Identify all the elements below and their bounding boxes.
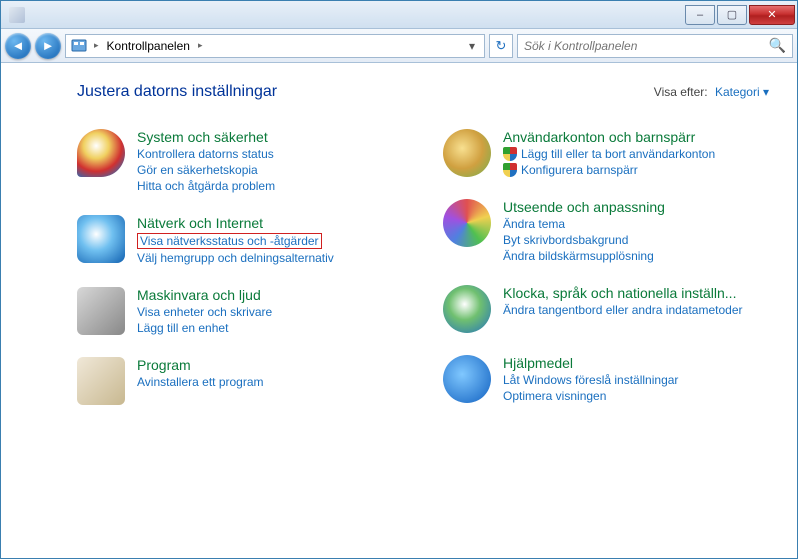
category-link[interactable]: Ändra bildskärmsupplösning bbox=[503, 249, 665, 263]
category-body: Maskinvara och ljud Visa enheter och skri… bbox=[137, 287, 272, 335]
category-title[interactable]: Klocka, språk och nationella inställn... bbox=[503, 285, 743, 301]
category-item: Hjälpmedel Låt Windows föreslå inställnin… bbox=[443, 355, 769, 403]
category-title[interactable]: Användarkonton och barnspärr bbox=[503, 129, 715, 145]
refresh-icon: ↻ bbox=[496, 38, 507, 54]
category-link-text: Optimera visningen bbox=[503, 389, 606, 403]
view-by: Visa efter: Kategori ▾ bbox=[654, 85, 769, 99]
category-link-text: Lägg till eller ta bort användarkonton bbox=[521, 147, 715, 161]
category-body: Nätverk och Internet Visa nätverksstatus … bbox=[137, 215, 334, 265]
category-link-text: Ändra tangentbord eller andra indatameto… bbox=[503, 303, 743, 317]
category-body: Utseende och anpassning Ändra tema Byt skr… bbox=[503, 199, 665, 263]
minimize-button[interactable]: – bbox=[685, 5, 715, 25]
arrow-right-icon: ► bbox=[42, 38, 55, 53]
breadcrumb-dropdown[interactable]: ▾ bbox=[462, 39, 482, 53]
network-icon bbox=[77, 215, 125, 263]
category-link-text: Lägg till en enhet bbox=[137, 321, 228, 335]
refresh-button[interactable]: ↻ bbox=[489, 34, 513, 58]
category-body: Användarkonton och barnspärr Lägg till el… bbox=[503, 129, 715, 177]
close-button[interactable]: ✕ bbox=[749, 5, 795, 25]
appearance-icon bbox=[443, 199, 491, 247]
header-row: Justera datorns inställningar Visa efter… bbox=[77, 83, 769, 101]
category-item: System och säkerhet Kontrollera datorns s… bbox=[77, 129, 403, 193]
category-title[interactable]: Hjälpmedel bbox=[503, 355, 678, 371]
content-area: Justera datorns inställningar Visa efter… bbox=[1, 63, 797, 558]
category-link-text: Välj hemgrupp och delningsalternativ bbox=[137, 251, 334, 265]
view-by-label: Visa efter: bbox=[654, 85, 708, 99]
uac-shield-icon bbox=[503, 163, 517, 177]
page-title: Justera datorns inställningar bbox=[77, 83, 654, 101]
category-link-text: Visa enheter och skrivare bbox=[137, 305, 272, 319]
ease-icon bbox=[443, 355, 491, 403]
category-body: System och säkerhet Kontrollera datorns s… bbox=[137, 129, 275, 193]
category-title[interactable]: Maskinvara och ljud bbox=[137, 287, 272, 303]
category-link-text: Hitta och åtgärda problem bbox=[137, 179, 275, 193]
programs-icon bbox=[77, 357, 125, 405]
clock-icon bbox=[443, 285, 491, 333]
category-item: Program Avinstallera ett program bbox=[77, 357, 403, 405]
navbar: ◄ ► ▸ Kontrollpanelen ▸ ▾ ↻ 🔍 bbox=[1, 29, 797, 63]
view-by-dropdown[interactable]: Kategori ▾ bbox=[715, 85, 769, 99]
category-title[interactable]: Program bbox=[137, 357, 264, 373]
category-body: Klocka, språk och nationella inställn...… bbox=[503, 285, 743, 333]
category-link[interactable]: Avinstallera ett program bbox=[137, 375, 264, 389]
category-item: Klocka, språk och nationella inställn...… bbox=[443, 285, 769, 333]
category-link-text: Ändra bildskärmsupplösning bbox=[503, 249, 654, 263]
category-link[interactable]: Lägg till en enhet bbox=[137, 321, 272, 335]
forward-button[interactable]: ► bbox=[35, 33, 61, 59]
window: – ▢ ✕ ◄ ► ▸ Kontrollpanelen ▸ ▾ ↻ 🔍 bbox=[0, 0, 798, 559]
shield-icon bbox=[77, 129, 125, 177]
search-input[interactable] bbox=[524, 39, 769, 53]
category-link-text: Låt Windows föreslå inställningar bbox=[503, 373, 678, 387]
category-link[interactable]: Gör en säkerhetskopia bbox=[137, 163, 275, 177]
breadcrumb-item[interactable]: Kontrollpanelen bbox=[103, 39, 194, 53]
breadcrumb-separator: ▸ bbox=[194, 40, 207, 51]
category-link-text: Ändra tema bbox=[503, 217, 565, 231]
category-link[interactable]: Konfigurera barnspärr bbox=[503, 163, 715, 177]
control-panel-icon bbox=[70, 37, 88, 55]
category-title[interactable]: Utseende och anpassning bbox=[503, 199, 665, 215]
category-link[interactable]: Ändra tangentbord eller andra indatameto… bbox=[503, 303, 743, 317]
category-link[interactable]: Välj hemgrupp och delningsalternativ bbox=[137, 251, 334, 265]
titlebar: – ▢ ✕ bbox=[1, 1, 797, 29]
arrow-left-icon: ◄ bbox=[12, 38, 25, 53]
breadcrumb-separator: ▸ bbox=[90, 40, 103, 51]
titlebar-left bbox=[1, 7, 685, 23]
users-icon bbox=[443, 129, 491, 177]
window-buttons: – ▢ ✕ bbox=[685, 5, 797, 25]
titlebar-icon bbox=[9, 7, 25, 23]
category-link[interactable]: Lägg till eller ta bort användarkonton bbox=[503, 147, 715, 161]
category-link[interactable]: Låt Windows föreslå inställningar bbox=[503, 373, 678, 387]
back-button[interactable]: ◄ bbox=[5, 33, 31, 59]
category-column-left: System och säkerhet Kontrollera datorns s… bbox=[77, 129, 403, 405]
category-link[interactable]: Hitta och åtgärda problem bbox=[137, 179, 275, 193]
category-link[interactable]: Optimera visningen bbox=[503, 389, 678, 403]
search-icon: 🔍 bbox=[769, 37, 786, 54]
category-body: Program Avinstallera ett program bbox=[137, 357, 264, 405]
category-item: Användarkonton och barnspärr Lägg till el… bbox=[443, 129, 769, 177]
maximize-button[interactable]: ▢ bbox=[717, 5, 747, 25]
category-link[interactable]: Kontrollera datorns status bbox=[137, 147, 275, 161]
uac-shield-icon bbox=[503, 147, 517, 161]
category-link-text: Kontrollera datorns status bbox=[137, 147, 274, 161]
category-item: Nätverk och Internet Visa nätverksstatus … bbox=[77, 215, 403, 265]
category-item: Utseende och anpassning Ändra tema Byt skr… bbox=[443, 199, 769, 263]
categories: System och säkerhet Kontrollera datorns s… bbox=[77, 129, 769, 405]
category-link-text: Konfigurera barnspärr bbox=[521, 163, 638, 177]
breadcrumb[interactable]: ▸ Kontrollpanelen ▸ ▾ bbox=[65, 34, 485, 58]
category-link[interactable]: Visa enheter och skrivare bbox=[137, 305, 272, 319]
category-title[interactable]: Nätverk och Internet bbox=[137, 215, 334, 231]
category-link[interactable]: Byt skrivbordsbakgrund bbox=[503, 233, 665, 247]
category-title[interactable]: System och säkerhet bbox=[137, 129, 275, 145]
category-link-text: Avinstallera ett program bbox=[137, 375, 264, 389]
category-link-text: Gör en säkerhetskopia bbox=[137, 163, 258, 177]
category-link[interactable]: Ändra tema bbox=[503, 217, 665, 231]
category-body: Hjälpmedel Låt Windows föreslå inställnin… bbox=[503, 355, 678, 403]
category-column-right: Användarkonton och barnspärr Lägg till el… bbox=[443, 129, 769, 405]
category-item: Maskinvara och ljud Visa enheter och skri… bbox=[77, 287, 403, 335]
category-link-text: Byt skrivbordsbakgrund bbox=[503, 233, 628, 247]
category-link-text: Visa nätverksstatus och -åtgärder bbox=[140, 234, 319, 248]
category-link[interactable]: Visa nätverksstatus och -åtgärder bbox=[137, 233, 322, 249]
hardware-icon bbox=[77, 287, 125, 335]
search-box[interactable]: 🔍 bbox=[517, 34, 793, 58]
